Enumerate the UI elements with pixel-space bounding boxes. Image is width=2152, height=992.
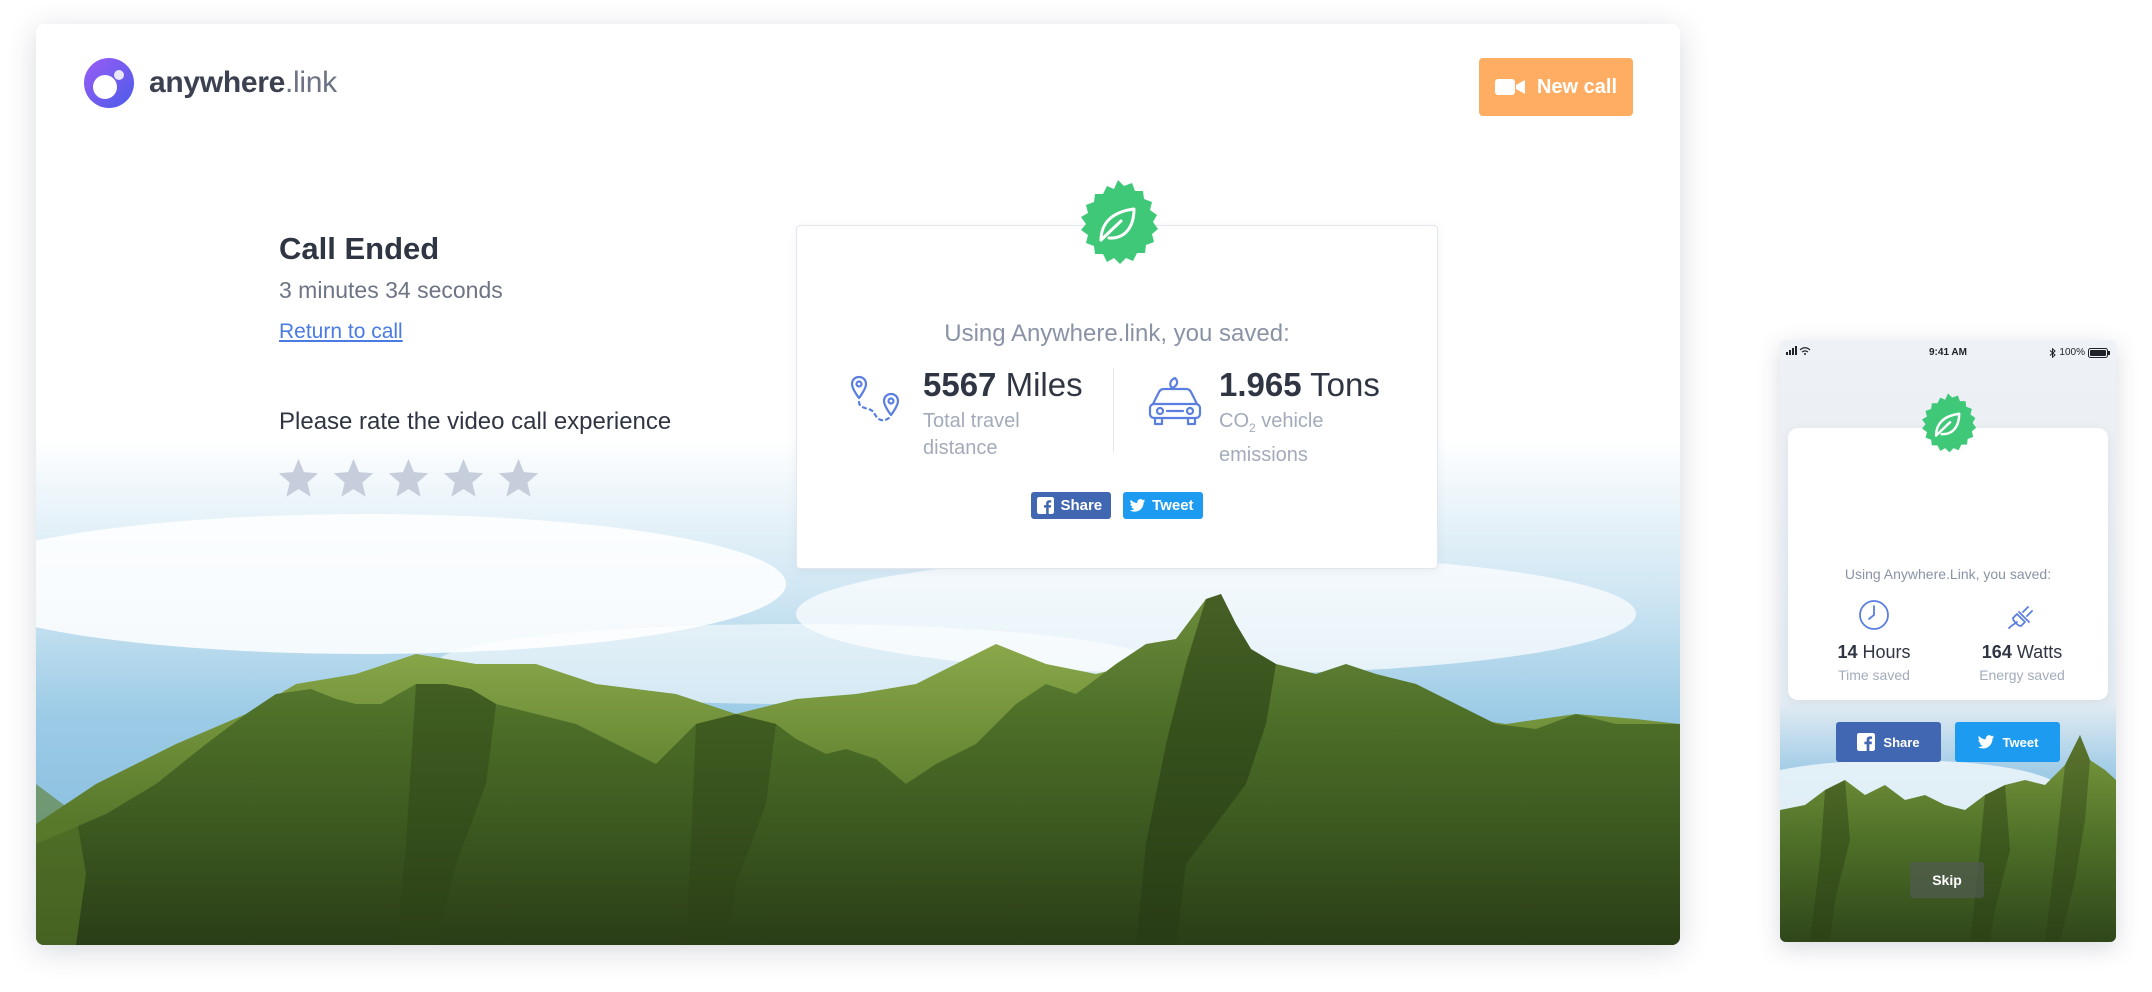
call-duration: 3 minutes 34 seconds (279, 277, 503, 303)
desktop-call-ended-screen: anywhere.link New call Call Ended 3 minu… (36, 24, 1680, 945)
star-icon[interactable] (386, 456, 431, 501)
mobile-call-ended-screen: 9:41 AM 100% Using Anywhere.Link, you sa… (1780, 340, 2116, 942)
tweet-button[interactable]: Tweet (1123, 492, 1203, 519)
anywhere-logo-icon (84, 58, 134, 108)
stat-distance: 5567 Miles Total travel distance (849, 366, 1083, 462)
tweet-label: Tweet (1152, 497, 1194, 514)
facebook-share-button[interactable]: Share (1031, 492, 1112, 519)
facebook-icon (1037, 497, 1055, 514)
mobile-facebook-share-button[interactable]: Share (1836, 722, 1941, 762)
energy-saved-label: Energy saved (1979, 667, 2065, 683)
mobile-tweet-button[interactable]: Tweet (1955, 722, 2060, 762)
savings-title: Using Anywhere.link, you saved: (944, 320, 1290, 347)
facebook-share-label: Share (1060, 497, 1103, 514)
plug-icon (2008, 606, 2033, 629)
battery-indicator: 100% (2049, 347, 2110, 358)
call-status-heading: Call Ended (279, 231, 440, 266)
new-call-button[interactable]: New call (1479, 58, 1633, 116)
star-rating[interactable] (276, 456, 541, 501)
skip-button[interactable]: Skip (1910, 862, 1984, 898)
twitter-bird-icon (1129, 499, 1146, 512)
star-icon[interactable] (276, 456, 321, 501)
mobile-stat-energy: 164 Watts Energy saved (1952, 598, 2092, 683)
distance-value: 5567 Miles (923, 366, 1083, 403)
emissions-value: 1.965 Tons (1219, 366, 1380, 403)
star-icon[interactable] (496, 456, 541, 501)
mobile-tweet-label: Tweet (2002, 734, 2039, 750)
clock-icon (1859, 600, 1889, 630)
return-to-call-link[interactable]: Return to call (279, 320, 403, 344)
brand-name: anywhere.link (149, 66, 337, 99)
stat-divider (1113, 368, 1114, 452)
car-icon (1148, 376, 1202, 426)
video-camera-icon (1494, 79, 1525, 95)
share-buttons: Share Tweet (797, 492, 1437, 519)
mobile-savings-title: Using Anywhere.Link, you saved: (1844, 566, 2052, 582)
bluetooth-icon (2050, 347, 2057, 358)
new-call-label: New call (1536, 75, 1618, 98)
mobile-share-label: Share (1883, 734, 1920, 750)
mobile-savings-card: Using Anywhere.Link, you saved: 14 Hours… (1788, 428, 2108, 762)
status-bar: 9:41 AM 100% (1780, 340, 2116, 364)
battery-icon (2088, 347, 2110, 358)
time-saved-label: Time saved (1838, 667, 1910, 683)
star-icon[interactable] (331, 456, 376, 501)
mobile-stat-time: 14 Hours Time saved (1804, 598, 1944, 683)
mobile-eco-leaf-badge-icon (1922, 393, 1977, 453)
rating-prompt: Please rate the video call experience (279, 408, 672, 435)
emissions-label: CO2 vehicle emissions (1219, 410, 1324, 466)
route-pin-icon (850, 375, 900, 422)
distance-label: Total travel distance (923, 410, 1020, 459)
energy-saved-value: 164 Watts (1981, 642, 2063, 662)
star-icon[interactable] (441, 456, 486, 501)
stat-emissions: 1.965 Tons CO2 vehicle emissions (1145, 366, 1380, 469)
time-saved-value: 14 Hours (1837, 642, 1911, 662)
mobile-share-buttons: Share Tweet (1788, 722, 2108, 762)
facebook-icon (1857, 733, 1876, 751)
brand-logo-link[interactable]: anywhere.link (83, 57, 337, 109)
battery-percent: 100% (2059, 347, 2085, 358)
twitter-bird-icon (1977, 735, 1994, 749)
eco-leaf-badge-icon (1081, 180, 1158, 264)
savings-card: Using Anywhere.link, you saved: 5567 Mil… (796, 225, 1438, 569)
